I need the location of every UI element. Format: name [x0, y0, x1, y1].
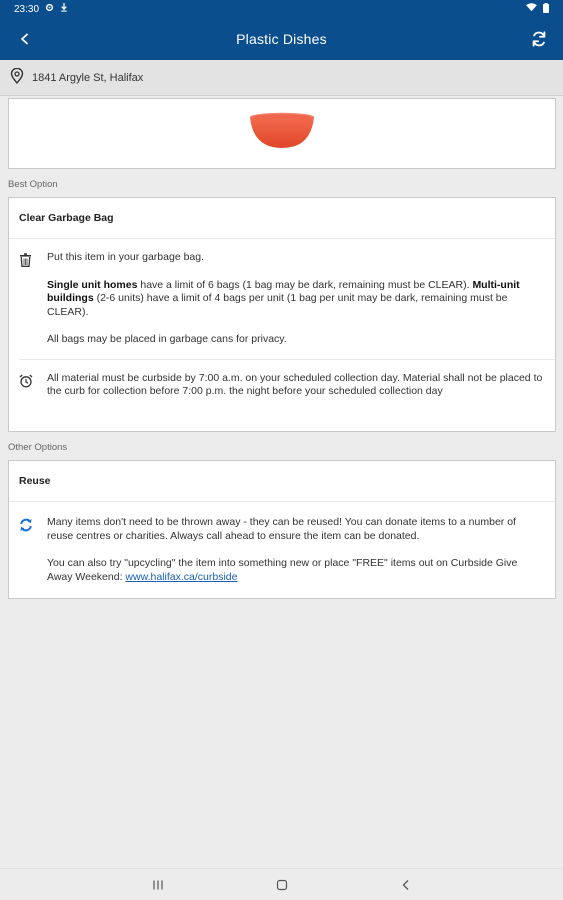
reuse-paragraph-1: Many items don't need to be thrown away … — [47, 516, 516, 542]
reuse-card[interactable]: Reuse Many items don't need to be thrown… — [8, 460, 556, 599]
back-icon[interactable] — [14, 28, 36, 50]
reuse-paragraph-2-text: You can also try "upcycling" the item in… — [47, 557, 518, 583]
location-pin-icon — [10, 67, 24, 87]
main-content: Best Option Clear Garbage Bag Put this i… — [0, 96, 563, 868]
address-text: 1841 Argyle St, Halifax — [32, 71, 144, 84]
recent-apps-icon[interactable] — [146, 873, 170, 897]
garbage-instructions-row: Put this item in your garbage bag. Singl… — [9, 239, 555, 359]
refresh-icon[interactable] — [527, 27, 551, 51]
single-unit-label: Single unit homes — [47, 278, 138, 291]
download-icon — [60, 3, 68, 15]
garbage-intro: Put this item in your garbage bag. — [47, 251, 205, 263]
status-time: 23:30 — [14, 3, 40, 15]
reuse-icon — [19, 518, 33, 536]
best-option-card[interactable]: Clear Garbage Bag Put this item in your … — [8, 197, 556, 432]
collection-time-text: All material must be curbside by 7:00 a.… — [47, 371, 543, 398]
address-row[interactable]: 1841 Argyle St, Halifax — [0, 60, 563, 96]
gear-icon — [45, 3, 54, 15]
page-title: Plastic Dishes — [236, 31, 327, 47]
alarm-clock-icon — [19, 374, 33, 392]
wifi-icon — [526, 3, 537, 15]
bag-limit-text: Single unit homes have a limit of 6 bags… — [47, 279, 545, 320]
best-option-label: Best Option — [8, 179, 58, 190]
nav-back-icon[interactable] — [394, 873, 418, 897]
system-nav-bar — [0, 868, 563, 900]
garbage-can-icon — [19, 253, 32, 271]
home-icon[interactable] — [270, 873, 294, 897]
curbside-link[interactable]: www.halifax.ca/curbside — [125, 571, 237, 583]
reuse-title: Reuse — [9, 461, 555, 502]
app-bar: Plastic Dishes — [0, 18, 563, 60]
best-option-title: Clear Garbage Bag — [9, 198, 555, 239]
other-options-label: Other Options — [8, 442, 68, 453]
reuse-row: Many items don't need to be thrown away … — [9, 502, 555, 584]
multi-unit-text: (2-6 units) have a limit of 4 bags per u… — [47, 292, 508, 318]
single-unit-text: have a limit of 6 bags (1 bag may be dar… — [137, 278, 473, 291]
privacy-text: All bags may be placed in garbage cans f… — [47, 333, 287, 345]
reuse-paragraph-2: You can also try "upcycling" the item in… — [47, 557, 545, 584]
bowl-image — [249, 112, 315, 155]
collection-time-row: All material must be curbside by 7:00 a.… — [9, 360, 555, 399]
item-image-card — [8, 98, 556, 169]
battery-icon — [543, 2, 549, 16]
status-bar: 23:30 — [0, 0, 563, 18]
